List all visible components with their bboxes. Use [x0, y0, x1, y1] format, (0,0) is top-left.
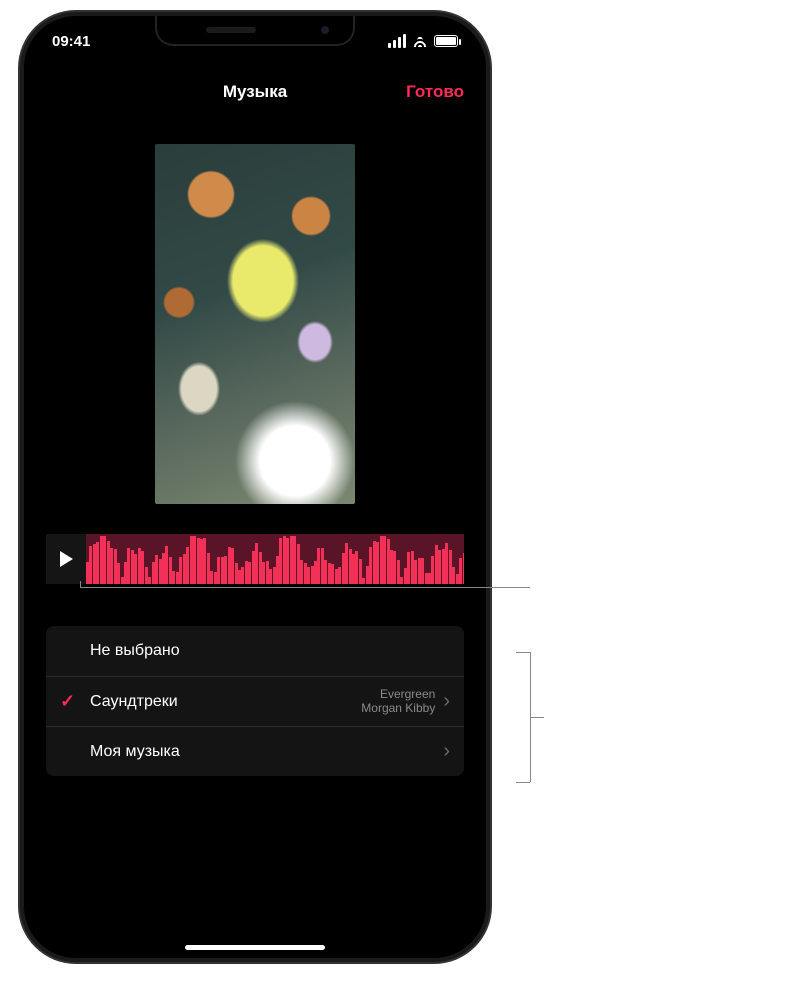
phone-frame: 09:41 Музыка Готово — [20, 12, 490, 962]
music-source-list: Не выбрано ✓ Саундтреки Evergreen Morgan… — [46, 626, 464, 776]
video-preview[interactable] — [155, 144, 355, 504]
chevron-right-icon: › — [443, 690, 450, 713]
callout-line — [80, 587, 530, 588]
callout-bracket — [516, 782, 530, 783]
callout-bracket — [530, 717, 544, 718]
play-icon — [58, 550, 74, 568]
play-button[interactable] — [46, 534, 86, 584]
wifi-icon — [412, 35, 428, 47]
selected-track-meta: Evergreen Morgan Kibby — [361, 688, 435, 716]
screen: 09:41 Музыка Готово — [24, 16, 486, 958]
option-my-music[interactable]: Моя музыка › — [46, 726, 464, 776]
selected-track-title: Evergreen — [361, 688, 435, 702]
callout-bracket — [516, 652, 530, 653]
option-my-music-label: Моя музыка — [90, 743, 180, 761]
option-none-label: Не выбрано — [90, 642, 180, 660]
home-indicator[interactable] — [185, 945, 325, 950]
status-time: 09:41 — [52, 33, 90, 50]
selected-track-artist: Morgan Kibby — [361, 702, 435, 716]
option-none[interactable]: Не выбрано — [46, 626, 464, 676]
audio-timeline — [46, 534, 464, 584]
done-button[interactable]: Готово — [406, 82, 464, 102]
cellular-signal-icon — [388, 34, 406, 48]
battery-icon — [434, 35, 458, 47]
option-soundtracks[interactable]: ✓ Саундтреки Evergreen Morgan Kibby › — [46, 676, 464, 726]
device-notch — [155, 16, 355, 46]
callout-line — [80, 581, 81, 587]
chevron-right-icon: › — [443, 740, 450, 763]
nav-bar: Музыка Готово — [24, 70, 486, 114]
nav-title: Музыка — [223, 82, 287, 102]
checkmark-icon: ✓ — [60, 691, 75, 712]
option-soundtracks-label: Саундтреки — [90, 693, 178, 711]
audio-waveform[interactable] — [86, 534, 464, 584]
